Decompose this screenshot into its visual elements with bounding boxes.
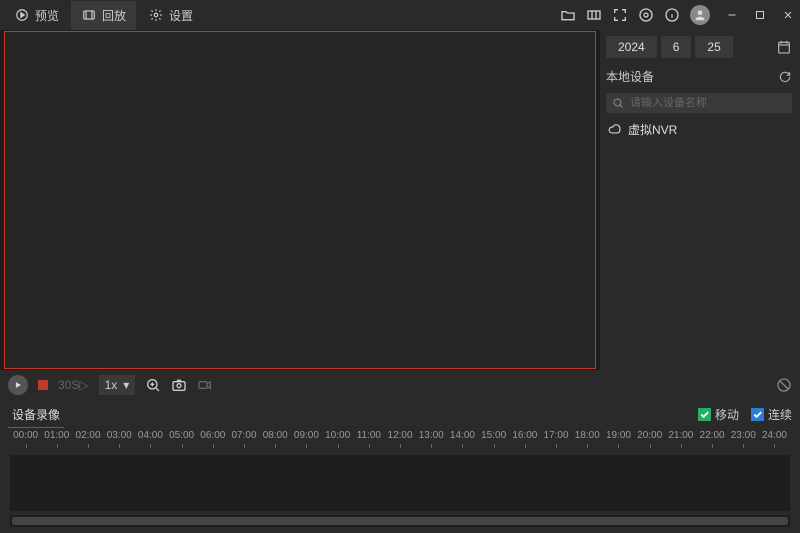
tab-label: 设置 xyxy=(169,7,193,24)
timeline-hour-label: 20:00 xyxy=(634,430,665,441)
disable-icon[interactable] xyxy=(776,377,792,393)
minimize-icon[interactable] xyxy=(724,7,740,23)
video-frame[interactable] xyxy=(4,31,596,369)
tab-device-recording[interactable]: 设备录像 xyxy=(8,400,64,429)
play-circle-icon xyxy=(14,7,30,23)
timeline-track[interactable] xyxy=(10,455,790,511)
timeline-hour-label: 23:00 xyxy=(728,430,759,441)
avatar[interactable] xyxy=(690,5,710,25)
timeline-hour-label: 03:00 xyxy=(104,430,135,441)
checkbox-icon xyxy=(751,408,764,421)
info-icon[interactable] xyxy=(664,7,680,23)
timeline-ruler: 00:0001:0002:0003:0004:0005:0006:0007:00… xyxy=(4,428,796,441)
fullscreen-icon[interactable] xyxy=(612,7,628,23)
timeline-hour-label: 10:00 xyxy=(322,430,353,441)
side-panel: 2024 6 25 本地设备 虚拟NVR xyxy=(600,30,800,370)
cloud-icon xyxy=(608,123,622,137)
timeline-hour-label: 14:00 xyxy=(447,430,478,441)
timeline-hour-label: 04:00 xyxy=(135,430,166,441)
tab-settings[interactable]: 设置 xyxy=(138,1,203,30)
timeline-hour-label: 06:00 xyxy=(197,430,228,441)
device-search-input[interactable] xyxy=(630,97,786,109)
refresh-icon[interactable] xyxy=(778,70,792,84)
timeline-hour-label: 16:00 xyxy=(509,430,540,441)
calendar-icon[interactable] xyxy=(776,39,792,55)
folder-icon[interactable] xyxy=(560,7,576,23)
scrollbar-thumb[interactable] xyxy=(12,517,788,525)
gear-icon xyxy=(148,7,164,23)
speed-selector[interactable]: 1x ▾ xyxy=(99,375,136,395)
device-name: 虚拟NVR xyxy=(628,121,677,138)
layout-icon[interactable] xyxy=(586,7,602,23)
device-item[interactable]: 虚拟NVR xyxy=(606,117,792,142)
timeline-hour-label: 08:00 xyxy=(260,430,291,441)
date-month[interactable]: 6 xyxy=(661,36,692,58)
settings-icon[interactable] xyxy=(638,7,654,23)
timeline-hour-label: 12:00 xyxy=(384,430,415,441)
timeline-hour-label: 00:00 xyxy=(10,430,41,441)
film-icon xyxy=(81,7,97,23)
timeline-hour-label: 18:00 xyxy=(572,430,603,441)
timeline-hour-label: 09:00 xyxy=(291,430,322,441)
timeline-hour-label: 24:00 xyxy=(759,430,790,441)
timeline: 00:0001:0002:0003:0004:0005:0006:0007:00… xyxy=(0,428,800,532)
timeline-hour-label: 13:00 xyxy=(416,430,447,441)
timeline-hour-label: 22:00 xyxy=(696,430,727,441)
timeline-hour-label: 21:00 xyxy=(665,430,696,441)
timeline-hour-label: 15:00 xyxy=(478,430,509,441)
date-year[interactable]: 2024 xyxy=(606,36,657,58)
close-icon[interactable] xyxy=(780,7,796,23)
camcorder-icon[interactable] xyxy=(197,377,213,393)
checkbox-icon xyxy=(698,408,711,421)
maximize-icon[interactable] xyxy=(752,7,768,23)
tab-preview[interactable]: 预览 xyxy=(4,1,69,30)
timeline-scrollbar[interactable] xyxy=(10,515,790,527)
snapshot-icon[interactable] xyxy=(171,377,187,393)
timeline-hour-label: 07:00 xyxy=(228,430,259,441)
tab-label: 预览 xyxy=(35,7,59,24)
skip-30s[interactable]: 30S▷ xyxy=(58,378,89,392)
tab-label: 回放 xyxy=(102,7,126,24)
timeline-hour-label: 17:00 xyxy=(540,430,571,441)
tab-playback[interactable]: 回放 xyxy=(71,1,136,30)
play-button[interactable] xyxy=(8,375,28,395)
timeline-hour-label: 05:00 xyxy=(166,430,197,441)
local-devices-label: 本地设备 xyxy=(606,68,654,85)
control-bar: 30S▷ 1x ▾ xyxy=(0,370,800,400)
timeline-hour-label: 02:00 xyxy=(72,430,103,441)
date-day[interactable]: 25 xyxy=(695,36,732,58)
check-motion[interactable]: 移动 xyxy=(698,406,739,423)
check-continuous[interactable]: 连续 xyxy=(751,406,792,423)
stop-button[interactable] xyxy=(38,380,48,390)
timeline-hour-label: 19:00 xyxy=(603,430,634,441)
timeline-hour-label: 01:00 xyxy=(41,430,72,441)
zoom-icon[interactable] xyxy=(145,377,161,393)
timeline-hour-label: 11:00 xyxy=(353,430,384,441)
search-icon xyxy=(612,97,624,109)
device-search-box[interactable] xyxy=(606,93,792,113)
chevron-down-icon: ▾ xyxy=(123,378,129,392)
video-area xyxy=(0,30,600,370)
